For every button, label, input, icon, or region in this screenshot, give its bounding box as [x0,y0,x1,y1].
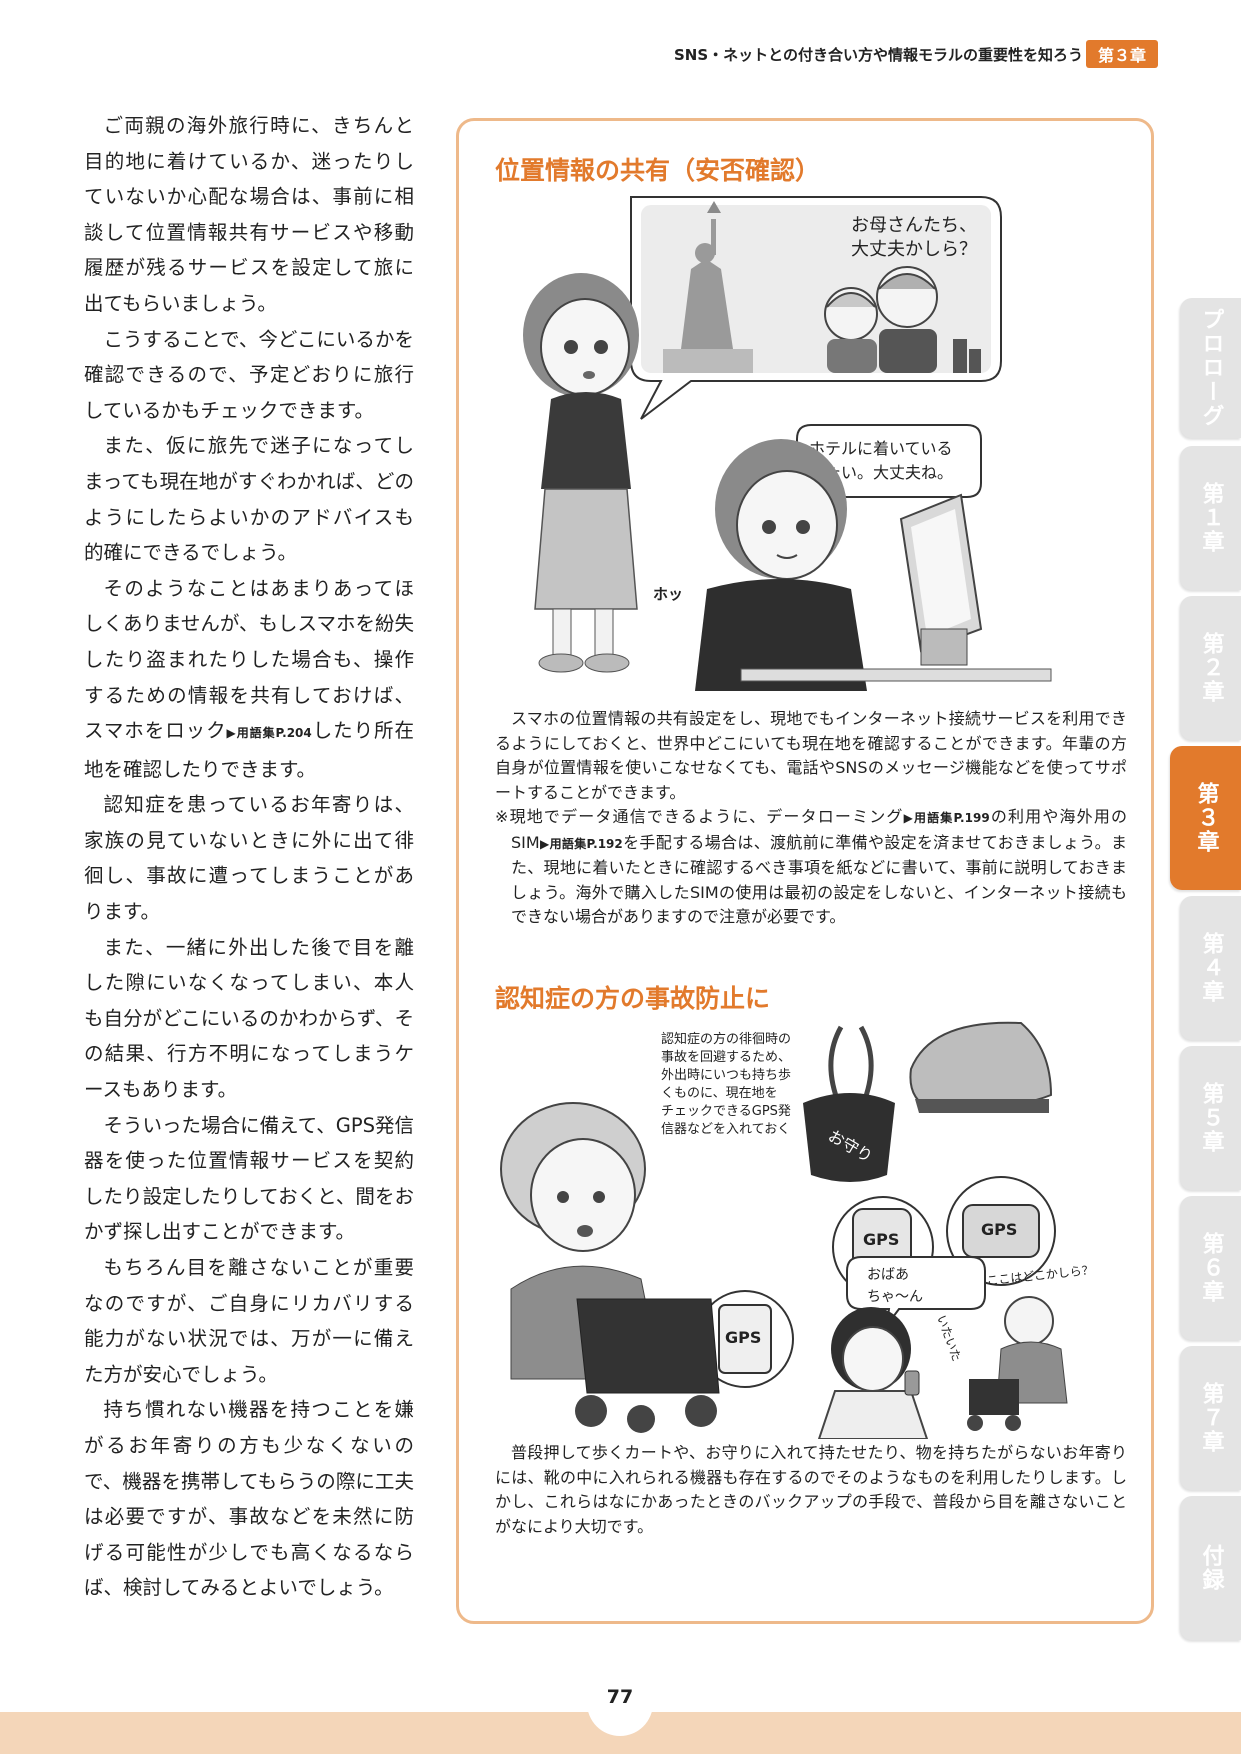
caption-dementia: 普段押して歩くカートや、お守りに入れて持たせたり、物を持ちたがらないお年寄りには… [495,1441,1127,1539]
glossary-ref-sim-link[interactable]: ▶用語集P.192 [540,837,623,851]
tab-chapter-5-label: 第５章 [1198,1082,1224,1154]
annotation-line6: 信器などを入れておく [661,1122,790,1137]
child-bubble-line2: ちゃ〜ん [867,1289,923,1305]
paragraph-3: また、仮に旅先で迷子になってしまっても現在地がすぐわかれば、どのようにしたらよい… [84,434,414,565]
paragraph-1: ご両親の海外旅行時に、きちんと目的地に着けているか、迷ったりしていないか心配な場… [84,114,414,315]
tab-chapter-7[interactable]: 第７章 [1180,1346,1241,1490]
standing-woman-figure [523,273,639,673]
sfx-relief: ホッ [653,585,683,603]
tab-chapter-6[interactable]: 第６章 [1180,1196,1241,1340]
gps-label-2: GPS [981,1220,1017,1239]
paragraph-9: 持ち慣れない機器を持つことを嫌がるお年寄りの方も少なくないので、機器を携帯しても… [84,1398,414,1600]
tab-chapter-4[interactable]: 第４章 [1180,896,1241,1040]
paragraph-2: こうすることで、今どこにいるかを確認できるので、予定どおりに旅行しているかもチェ… [84,327,414,422]
page-number: 77 [606,1686,634,1708]
gps-label-3: GPS [725,1328,761,1347]
tab-chapter-4-label: 第４章 [1198,932,1224,1004]
tab-chapter-1-label: 第１章 [1198,482,1224,554]
paragraph-6: また、一緒に外出した後で目を離した隙にいなくなってしまい、本人も自分がどこにいる… [84,935,414,1102]
annotation-line1: 認知症の方の徘徊時の [661,1031,791,1047]
annotation-line2: 事故を回避するため、 [661,1050,791,1065]
annotation-line5: チェックできるGPS発 [661,1104,791,1119]
chapter-badge: 第３章 [1086,40,1158,68]
tab-chapter-1[interactable]: 第１章 [1180,446,1241,590]
desktop-computer-icon [899,493,983,666]
caption-location-sharing: スマホの位置情報の共有設定をし、現地でもインターネット接続サービスを利用できるよ… [495,707,1127,930]
roaming-note-text-a: ※現地でデータ通信できるように、データローミング [495,807,904,826]
annotation-line3: 外出時にいつも持ち歩 [661,1068,791,1083]
tab-prologue-label: プロローグ [1198,308,1224,428]
paragraph-8: もちろん目を離さないことが重要なのですが、ご自身にリカバリする能力がない状況では… [84,1256,414,1386]
paragraph-4-text-a: そのようなことはあまりあってほしくありませんが、もしスマホを紛失したり盗まれたり… [84,576,414,743]
illustration-dementia-gps: 認知症の方の徘徊時の 事故を回避するため、 外出時にいつも持ち歩 くものに、現在… [500,1021,1094,1439]
glossary-ref-roaming-link[interactable]: ▶用語集P.199 [904,811,990,825]
omamori-charm-icon: お守り [803,1025,895,1182]
wandering-elderly-figure: ここはどこかしら？ [967,1263,1094,1431]
child-bubble-line1: おばあ [867,1267,909,1283]
child-with-phone-figure: おばあ ちゃ〜ん いたいた [817,1256,986,1439]
illustration-location-sharing: お母さんたち、 大丈夫かしら？ ホテルに着いている みたい。大丈夫ね。 ホッ [523,196,1052,691]
caption-dementia-text: 普段押して歩くカートや、お守りに入れて持たせたり、物を持ちたがらないお年寄りには… [495,1443,1127,1536]
tab-chapter-7-label: 第７章 [1198,1382,1224,1454]
section-heading-location-sharing: 位置情報の共有（安否確認） [495,156,821,185]
tab-prologue[interactable]: プロローグ [1180,298,1241,438]
paragraph-7: そういった場合に備えて、GPS発信器を使った位置情報サービスを契約したり設定した… [84,1113,414,1244]
running-header: SNS・ネットとの付き合い方や情報モラルの重要性を知ろう [673,46,1083,64]
page-number-badge: 77 [587,1670,653,1736]
bubble-text-worried-line1: お母さんたち、 [851,215,977,236]
glossary-ref-link[interactable]: ▶用語集P.204 [227,726,312,740]
sfx-found: いたいた [934,1313,964,1363]
tab-chapter-3[interactable]: 第３章 [1170,746,1241,890]
bubble-text-worried-line2: 大丈夫かしら？ [851,239,977,260]
elderly-woman-with-cart-figure [500,1102,720,1433]
roaming-note: ※現地でデータ通信できるように、データローミング▶用語集P.199の利用や海外用… [495,805,1127,930]
paragraph-5: 認知症を患っているお年寄りは、家族の見ていないときに外に出て徘徊し、事故に遭って… [84,793,414,924]
body-text-column: ご両親の海外旅行時に、きちんと目的地に着けているか、迷ったりしていないか心配な場… [84,108,414,1606]
tab-chapter-5[interactable]: 第５章 [1180,1046,1241,1190]
gps-label-1: GPS [863,1230,899,1249]
tab-chapter-6-label: 第６章 [1198,1232,1224,1304]
annotation-line4: くものに、現在地を [661,1086,778,1101]
tab-chapter-2-label: 第２章 [1198,632,1224,704]
tab-appendix[interactable]: 付録 [1180,1496,1241,1640]
tab-chapter-2[interactable]: 第２章 [1180,596,1241,740]
bubble-text-relieved-line1: ホテルに着いている [809,439,953,458]
tab-chapter-3-label: 第３章 [1193,782,1219,854]
shoe-icon [909,1021,1053,1113]
tab-appendix-label: 付録 [1198,1544,1224,1592]
paragraph-4: そのようなことはあまりあってほしくありませんが、もしスマホを紛失したり盗まれたり… [84,571,414,788]
info-panel: 位置情報の共有（安否確認） お母さんたち、 大丈夫かしら？ ホテルに着いている … [456,118,1154,1624]
caption-location-sharing-text: スマホの位置情報の共有設定をし、現地でもインターネット接続サービスを利用できるよ… [495,709,1127,802]
